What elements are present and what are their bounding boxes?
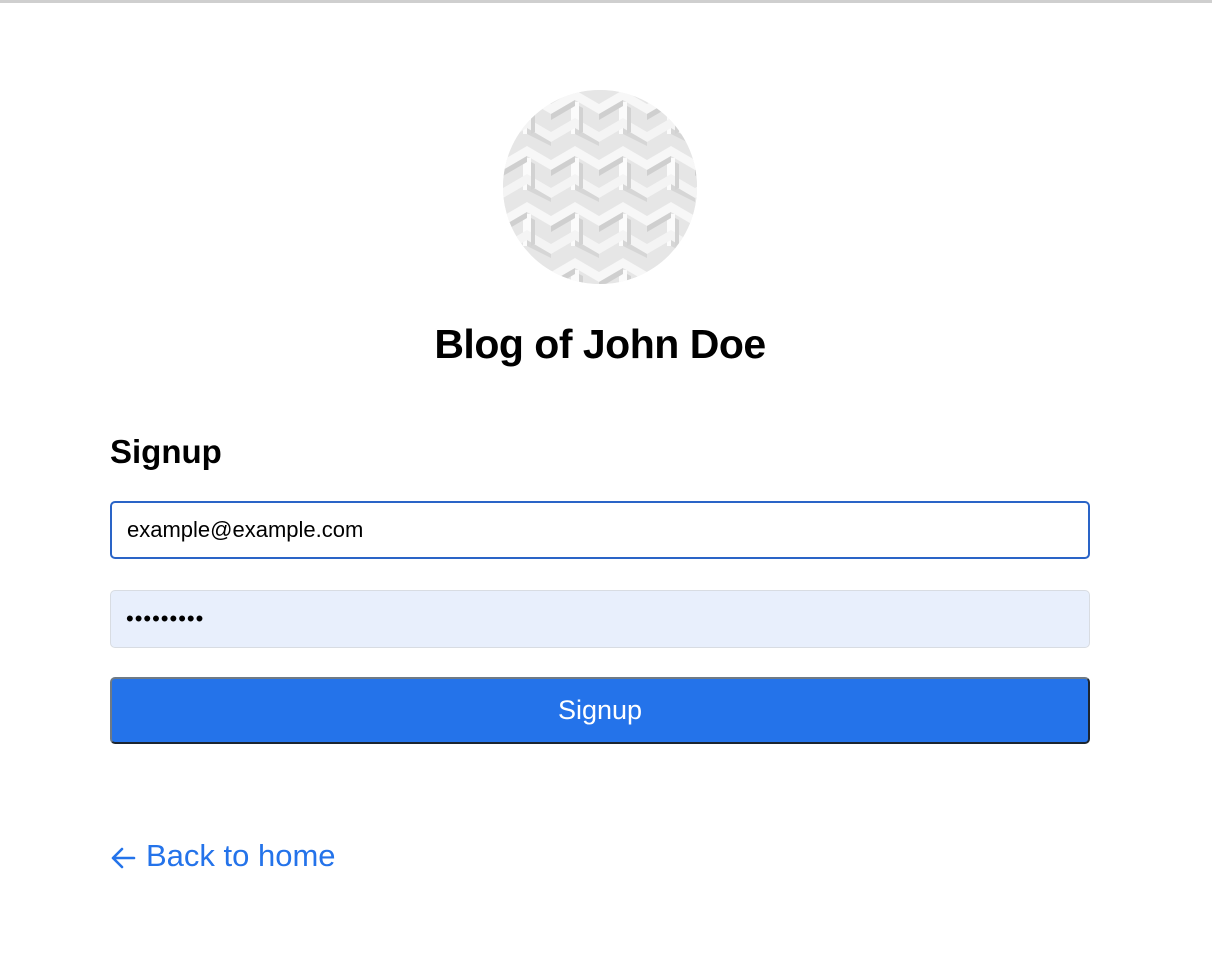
avatar: [503, 90, 697, 284]
signup-button[interactable]: Signup: [110, 677, 1090, 744]
avatar-woven-pattern: [503, 90, 697, 284]
back-to-home-label: Back to home: [146, 838, 336, 873]
password-field[interactable]: [110, 590, 1090, 648]
back-to-home-link[interactable]: Back to home: [110, 838, 336, 874]
signup-heading: Signup: [110, 433, 222, 470]
site-title: Blog of John Doe: [434, 321, 766, 367]
email-field[interactable]: [110, 501, 1090, 559]
arrow-left-icon: [110, 843, 136, 869]
